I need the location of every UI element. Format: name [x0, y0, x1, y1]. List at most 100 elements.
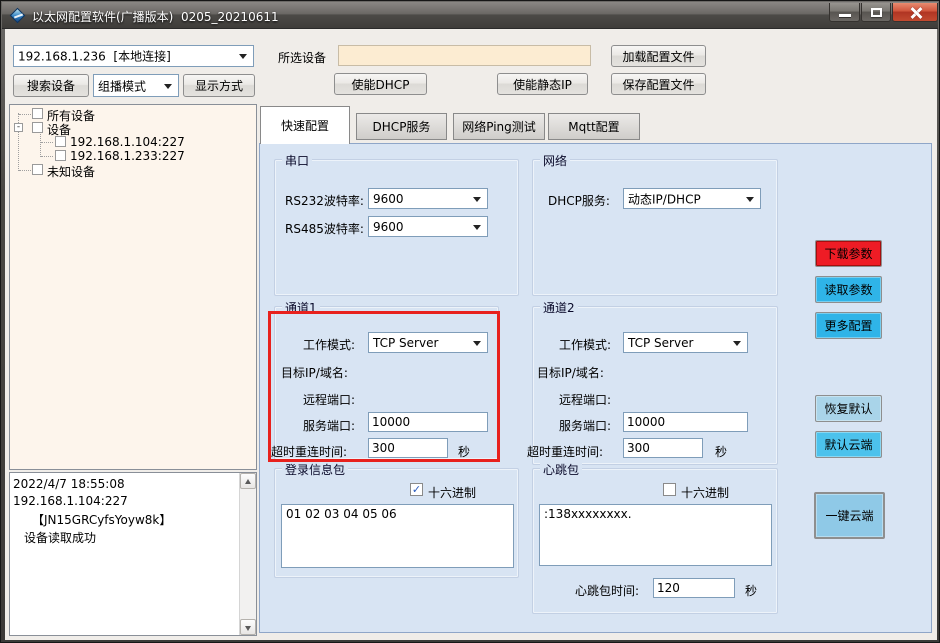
scroll-down-button[interactable]: [240, 619, 256, 635]
load-config-button[interactable]: 加载配置文件: [611, 45, 706, 67]
tab-quick-config[interactable]: 快速配置: [260, 106, 350, 144]
tree-connector: [19, 170, 31, 171]
download-params-button[interactable]: 下载参数: [815, 240, 882, 267]
maximize-button[interactable]: [861, 3, 891, 22]
rs485-baud-label: RS485波特率:: [285, 220, 364, 237]
tab-ping-test[interactable]: 网络Ping测试: [453, 113, 545, 140]
dhcp-service-value: 动态IP/DHCP: [628, 190, 701, 207]
timeout-label: 超时重连时间:: [527, 443, 603, 460]
tab-dhcp-service[interactable]: DHCP服务: [356, 113, 447, 140]
device-tree: 所有设备 - 设备 192.168.1.104:227 192.168.1.23…: [9, 104, 257, 470]
tree-connector: [41, 156, 53, 157]
close-icon: [910, 7, 922, 19]
display-mode-button[interactable]: 显示方式: [183, 74, 255, 97]
arrow-down-icon: [245, 626, 251, 631]
client-area: 192.168.1.236 [本地连接] 搜索设备 组播模式 显示方式 所有设备…: [5, 29, 937, 640]
hex-checkbox[interactable]: [663, 483, 676, 496]
maximize-icon: [871, 8, 882, 17]
minimize-icon: [839, 14, 851, 17]
checkbox[interactable]: [55, 150, 66, 161]
seconds-unit: 秒: [745, 582, 757, 599]
checkbox[interactable]: [55, 136, 66, 147]
channel1-timeout-input[interactable]: [368, 438, 448, 458]
collapse-icon[interactable]: -: [14, 123, 23, 132]
log-line: 【JN15GRCyfsYoyw8k】: [32, 511, 171, 528]
rs485-baud-value: 9600: [373, 220, 404, 234]
dhcp-service-label: DHCP服务:: [548, 192, 610, 209]
server-port-label: 服务端口:: [303, 417, 355, 434]
read-params-button[interactable]: 读取参数: [815, 276, 882, 303]
seconds-unit: 秒: [715, 443, 727, 460]
search-devices-button[interactable]: 搜索设备: [13, 74, 89, 97]
work-mode-value: TCP Server: [628, 336, 693, 350]
restore-defaults-button[interactable]: 恢复默认: [815, 395, 882, 422]
enable-dhcp-button[interactable]: 使能DHCP: [334, 73, 427, 95]
checkbox[interactable]: [32, 108, 43, 119]
chevron-down-icon: [733, 341, 741, 346]
target-ip-label: 目标IP/域名:: [281, 364, 348, 381]
network-adapter-value: 192.168.1.236 [本地连接]: [18, 48, 171, 65]
arrow-up-icon: [245, 479, 251, 484]
heartbeat-group-title: 心跳包: [540, 461, 582, 478]
minimize-button[interactable]: [829, 3, 860, 22]
login-packet-textarea[interactable]: 01 02 03 04 05 06: [281, 504, 514, 568]
channel1-group-title: 通道1: [282, 299, 320, 316]
timeout-label: 超时重连时间:: [271, 443, 347, 460]
tree-connector: [41, 142, 53, 143]
selected-device-input[interactable]: [338, 45, 591, 66]
close-button[interactable]: [892, 3, 938, 22]
hex-label: 十六进制: [428, 484, 476, 501]
cast-mode-value: 组播模式: [98, 77, 146, 94]
channel2-timeout-input[interactable]: [623, 438, 703, 458]
onekey-cloud-button[interactable]: 一键云端: [814, 492, 885, 539]
save-config-button[interactable]: 保存配置文件: [611, 73, 706, 95]
channel2-server-port-input[interactable]: [623, 412, 748, 432]
log-scrollbar[interactable]: [239, 473, 256, 635]
log-line: 192.168.1.104:227: [13, 494, 128, 508]
log-panel: 2022/4/7 18:55:08 192.168.1.104:227 【JN1…: [9, 472, 257, 636]
channel2-group-title: 通道2: [540, 299, 578, 316]
network-group-title: 网络: [540, 152, 570, 169]
app-icon: [10, 8, 26, 24]
hex-checkbox[interactable]: ✓: [410, 483, 423, 496]
tab-mqtt-config[interactable]: Mqtt配置: [548, 113, 640, 140]
checkbox[interactable]: [32, 122, 43, 133]
chevron-down-icon: [473, 197, 481, 202]
heartbeat-textarea[interactable]: :138xxxxxxxx.: [539, 504, 772, 566]
cast-mode-select[interactable]: 组播模式: [93, 74, 179, 97]
tree-connector: [19, 114, 31, 115]
rs232-baud-select[interactable]: 9600: [368, 188, 488, 209]
channel2-work-mode-select[interactable]: TCP Server: [623, 332, 748, 353]
work-mode-value: TCP Server: [373, 336, 438, 350]
remote-port-label: 远程端口:: [559, 391, 611, 408]
channel1-group: 通道1 工作模式: TCP Server 目标IP/域名: 远程端口: 服务端口…: [274, 306, 499, 460]
heartbeat-time-input[interactable]: [653, 578, 735, 598]
titlebar[interactable]: 以太网配置软件(广播版本) 0205_20210611: [2, 2, 938, 29]
chevron-down-icon: [746, 197, 754, 202]
quick-config-page: 串口 RS232波特率: 9600 RS485波特率: 9600 网络 DHCP…: [259, 143, 932, 633]
more-config-button[interactable]: 更多配置: [815, 312, 882, 339]
work-mode-label: 工作模式:: [559, 336, 611, 353]
network-adapter-select[interactable]: 192.168.1.236 [本地连接]: [13, 45, 254, 67]
log-line: 设备读取成功: [24, 529, 96, 546]
heartbeat-time-label: 心跳包时间:: [575, 582, 639, 599]
enable-static-ip-button[interactable]: 使能静态IP: [497, 73, 588, 95]
checkbox[interactable]: [32, 164, 43, 175]
tree-connector: [40, 129, 41, 157]
dhcp-service-select[interactable]: 动态IP/DHCP: [623, 188, 761, 209]
heartbeat-group: 心跳包 十六进制 :138xxxxxxxx. 心跳包时间: 秒: [532, 468, 778, 614]
target-ip-label: 目标IP/域名:: [537, 364, 604, 381]
channel1-work-mode-select[interactable]: TCP Server: [368, 332, 488, 353]
channel1-server-port-input[interactable]: [368, 412, 488, 432]
server-port-label: 服务端口:: [559, 417, 611, 434]
hex-label: 十六进制: [681, 484, 729, 501]
tree-item-label: 192.168.1.104:227: [70, 135, 185, 149]
tree-item-label: 未知设备: [47, 163, 95, 180]
rs485-baud-select[interactable]: 9600: [368, 216, 488, 237]
login-packet-group: 登录信息包 ✓ 十六进制 01 02 03 04 05 06: [274, 468, 519, 578]
window-title: 以太网配置软件(广播版本) 0205_20210611: [32, 8, 279, 25]
scroll-up-button[interactable]: [240, 473, 256, 489]
login-packet-group-title: 登录信息包: [282, 461, 348, 478]
tree-item-label: 192.168.1.233:227: [70, 149, 185, 163]
default-cloud-button[interactable]: 默认云端: [815, 431, 882, 458]
